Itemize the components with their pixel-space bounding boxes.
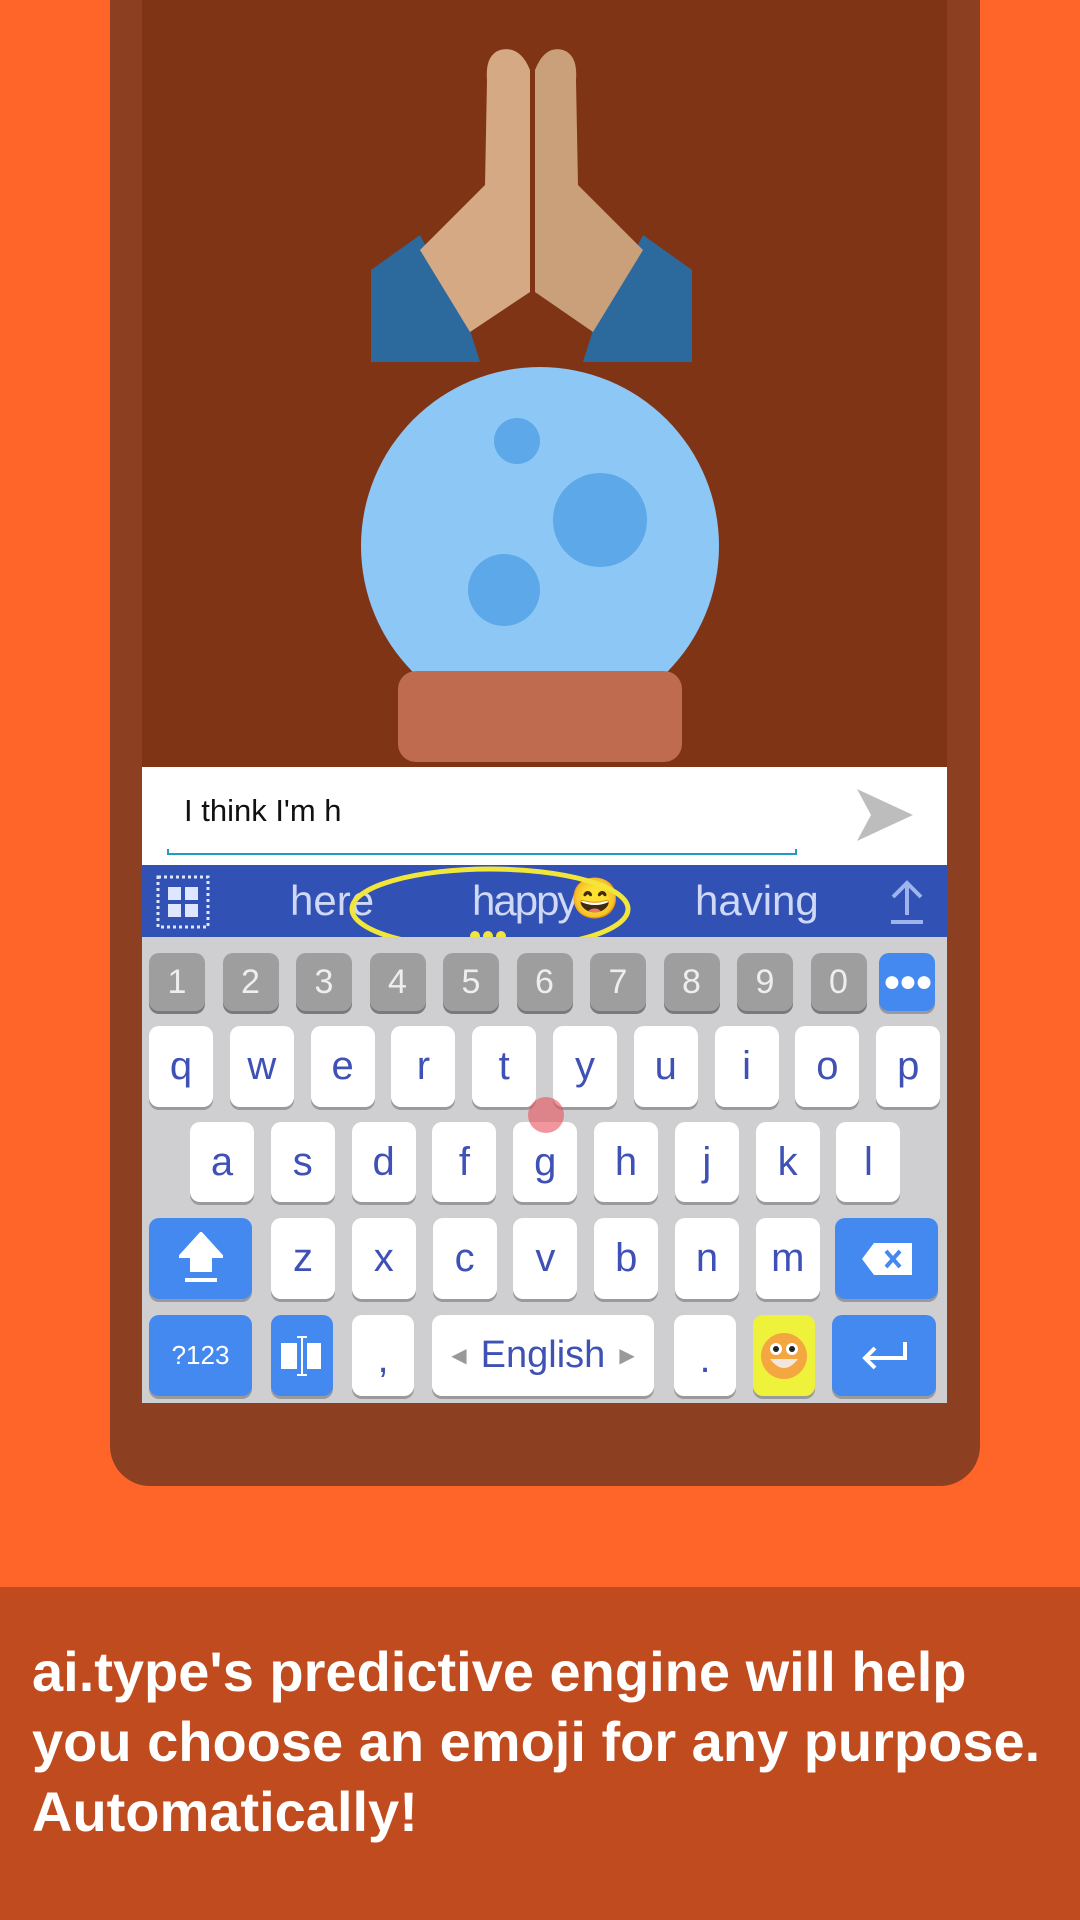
key-t[interactable]: t [472,1026,537,1107]
message-input[interactable]: I think I'm h [184,793,342,829]
language-right-arrow: ▶ [619,1345,635,1367]
collapse-arrow-icon[interactable] [887,879,927,925]
key-3[interactable]: 3 [296,953,352,1011]
key-p[interactable]: p [876,1026,941,1107]
key-m[interactable]: m [755,1218,820,1299]
key-4[interactable]: 4 [369,953,426,1011]
key-d[interactable]: d [351,1122,416,1202]
key-9[interactable]: 9 [737,953,793,1011]
key-k[interactable]: k [755,1122,820,1202]
key-b[interactable]: b [594,1218,659,1299]
more-key[interactable]: ●●● [879,953,935,1011]
message-input-area: I think I'm h [142,767,947,865]
key-0[interactable]: 0 [810,953,867,1011]
shift-icon [178,1231,223,1282]
key-c[interactable]: c [432,1218,497,1299]
key-s[interactable]: s [270,1122,335,1202]
key-x[interactable]: x [351,1218,416,1299]
illustration-area [142,0,947,767]
key-l[interactable]: l [836,1122,901,1202]
praying-hands-crystal-ball-illustration [361,49,719,762]
keyboard: 1 2 3 4 5 6 7 8 9 0 ●●● q w e r t y u i o p a s d f g h j k l z x c v b n m?… [142,937,947,1403]
key-h[interactable]: h [594,1122,658,1202]
comma-key[interactable]: , [352,1315,414,1396]
enter-icon [862,1341,907,1369]
enter-key[interactable] [832,1315,936,1396]
smiley-emoji-icon [761,1332,807,1379]
key-n[interactable]: n [675,1218,739,1299]
key-f[interactable]: f [432,1122,497,1202]
key-e[interactable]: e [310,1026,375,1107]
input-underline [167,849,797,855]
key-g[interactable]: g [513,1122,578,1202]
key-5[interactable]: 5 [443,953,499,1011]
key-q[interactable]: q [149,1026,213,1107]
key-o[interactable]: o [795,1026,860,1107]
shift-key[interactable] [149,1218,252,1299]
key-6[interactable]: 6 [516,953,573,1011]
period-key[interactable]: . [674,1315,736,1396]
key-j[interactable]: j [674,1122,739,1202]
symbols-key[interactable]: ?123 [149,1315,252,1396]
key-8[interactable]: 8 [663,953,720,1011]
key-r[interactable]: r [391,1026,456,1107]
language-left-arrow: ◀ [451,1345,467,1367]
touch-indicator [528,1097,564,1133]
caption-text: ai.type's predictive engine will help yo… [32,1640,1041,1843]
text-cursor-icon [281,1335,321,1376]
key-y[interactable]: y [553,1026,617,1107]
suggestion-having[interactable]: having [695,877,819,925]
backspace-icon [861,1242,912,1275]
key-i[interactable]: i [714,1026,779,1107]
key-w[interactable]: w [229,1026,294,1107]
key-a[interactable]: a [190,1122,254,1202]
send-icon[interactable] [853,783,917,847]
grid-menu-icon[interactable] [156,875,210,929]
more-icon: ●●● [882,965,933,998]
key-2[interactable]: 2 [222,953,279,1011]
key-u[interactable]: u [633,1026,698,1107]
ball-base [398,671,682,762]
language-label: English [480,1334,606,1376]
key-v[interactable]: v [513,1218,578,1299]
key-z[interactable]: z [271,1218,335,1299]
space-key[interactable]: ◀ English ▶ [432,1315,654,1396]
caption-banner: ai.type's predictive engine will help yo… [0,1587,1080,1920]
cursor-key[interactable] [271,1315,333,1396]
key-7[interactable]: 7 [590,953,646,1011]
suggestion-bar: here happy 😄 having [142,865,947,952]
backspace-key[interactable] [835,1218,938,1299]
key-1[interactable]: 1 [149,953,205,1011]
emoji-key[interactable] [753,1315,815,1396]
